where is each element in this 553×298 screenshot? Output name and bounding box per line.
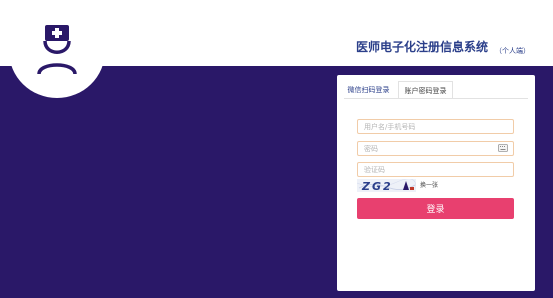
tab-account-login[interactable]: 账户密码登录	[398, 81, 453, 99]
logo	[9, 4, 105, 98]
page-title: 医师电子化注册信息系统	[356, 40, 489, 54]
doctor-icon	[37, 25, 77, 75]
username-input[interactable]	[357, 119, 514, 134]
captcha-image[interactable]: ZG2	[357, 179, 416, 192]
captcha-text: ZG2	[361, 180, 393, 192]
tab-wechat-login[interactable]: 微信扫码登录	[344, 81, 393, 99]
login-button[interactable]: 登录	[357, 198, 514, 219]
keyboard-icon[interactable]	[498, 144, 508, 152]
tab-divider	[344, 98, 528, 99]
page-subtitle: （个人端）	[495, 47, 530, 55]
captcha-input[interactable]	[357, 162, 514, 177]
refresh-captcha-link[interactable]: 换一张	[420, 180, 438, 189]
login-panel: 微信扫码登录 账户密码登录 ZG2 换一张 登录	[337, 75, 535, 291]
password-input[interactable]	[357, 141, 514, 156]
